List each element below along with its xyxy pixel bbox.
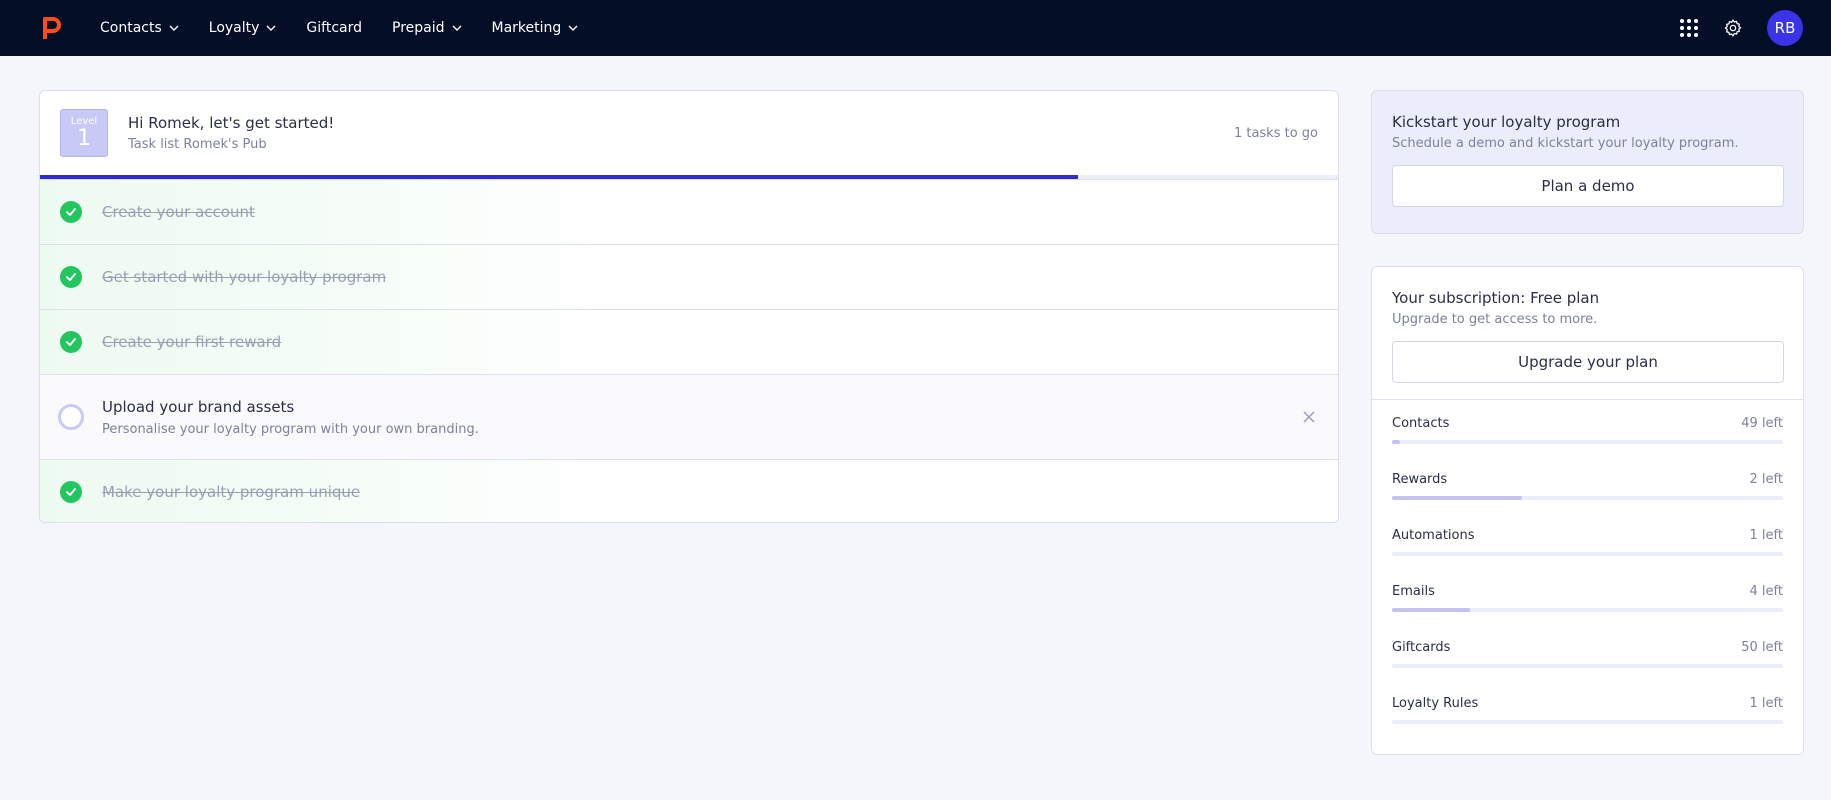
task-text: Upload your brand assets Personalise you… <box>102 398 479 437</box>
nav-loyalty[interactable]: Loyalty <box>209 20 277 36</box>
logo-icon[interactable] <box>40 13 64 43</box>
demo-card-title: Kickstart your loyalty program <box>1392 113 1621 131</box>
usage-name: Emails <box>1392 584 1435 599</box>
top-navbar: Contacts Loyalty Giftcard Prepaid Market… <box>0 0 1831 56</box>
usage-bar <box>1392 608 1783 612</box>
task-item[interactable]: Get started with your loyalty program <box>40 244 1338 309</box>
task-description: Personalise your loyalty program with yo… <box>102 421 479 437</box>
chevron-down-icon <box>568 25 578 31</box>
usage-remaining: 2 left <box>1749 472 1783 487</box>
usage-bar-fill <box>1392 440 1400 444</box>
usage-bar <box>1392 552 1783 556</box>
task-title: Create your first reward <box>102 333 282 351</box>
usage-remaining: 1 left <box>1749 696 1783 711</box>
task-item-open[interactable]: Upload your brand assets Personalise you… <box>40 374 1338 459</box>
usage-bar <box>1392 720 1783 724</box>
usage-bar <box>1392 496 1783 500</box>
usage-item-giftcards: Giftcards 50 left <box>1392 640 1783 696</box>
subscription-card: Your subscription: Free plan Upgrade to … <box>1371 266 1804 755</box>
greeting-title: Hi Romek, let's get started! <box>128 114 335 132</box>
usage-name: Contacts <box>1392 416 1450 431</box>
task-list-card: Level 1 Hi Romek, let's get started! Tas… <box>39 90 1339 523</box>
nav-prepaid[interactable]: Prepaid <box>392 20 462 36</box>
usage-item-rewards: Rewards 2 left <box>1392 472 1783 528</box>
nav-prepaid-label: Prepaid <box>392 20 445 36</box>
nav-marketing-label: Marketing <box>491 20 562 36</box>
close-icon[interactable] <box>1302 410 1316 424</box>
usage-name: Automations <box>1392 528 1475 543</box>
subscription-title: Your subscription: Free plan <box>1392 289 1600 307</box>
incomplete-circle-icon[interactable] <box>58 404 84 430</box>
task-item[interactable]: Make your loyalty program unique <box>40 459 1338 522</box>
subscription-subtitle: Upgrade to get access to more. <box>1392 312 1598 327</box>
checkmark-icon <box>60 331 82 353</box>
nav-giftcard-label: Giftcard <box>306 20 363 36</box>
usage-bar <box>1392 664 1783 668</box>
demo-card: Kickstart your loyalty program Schedule … <box>1371 90 1804 234</box>
level-badge: Level 1 <box>60 109 108 157</box>
upgrade-plan-button[interactable]: Upgrade your plan <box>1392 341 1784 383</box>
task-title: Upload your brand assets <box>102 397 295 416</box>
gear-icon[interactable] <box>1723 18 1743 38</box>
nav-loyalty-label: Loyalty <box>208 20 260 36</box>
nav-contacts-label: Contacts <box>100 20 162 36</box>
usage-bar <box>1392 440 1783 444</box>
usage-bar-fill <box>1392 608 1471 612</box>
usage-item-loyalty-rules: Loyalty Rules 1 left <box>1392 696 1783 752</box>
usage-list: Contacts 49 left Rewards 2 left Automati… <box>1372 400 1803 752</box>
demo-card-subtitle: Schedule a demo and kickstart your loyal… <box>1392 136 1739 151</box>
usage-name: Rewards <box>1392 472 1448 487</box>
task-title: Make your loyalty program unique <box>102 483 361 501</box>
avatar[interactable]: RB <box>1767 10 1803 46</box>
usage-remaining: 4 left <box>1749 584 1783 599</box>
tasks-remaining-count: 1 tasks to go <box>1233 125 1318 141</box>
usage-item-automations: Automations 1 left <box>1392 528 1783 584</box>
plan-demo-button[interactable]: Plan a demo <box>1392 165 1784 207</box>
checkmark-icon <box>60 266 82 288</box>
nav-contacts[interactable]: Contacts <box>100 20 179 36</box>
usage-item-emails: Emails 4 left <box>1392 584 1783 640</box>
subscription-header: Your subscription: Free plan Upgrade to … <box>1372 267 1803 400</box>
level-number: 1 <box>77 125 91 151</box>
apps-grid-icon[interactable] <box>1679 18 1699 38</box>
chevron-down-icon <box>169 25 179 31</box>
task-list-subtitle: Task list Romek's Pub <box>128 137 267 152</box>
usage-name: Giftcards <box>1392 640 1451 655</box>
chevron-down-icon <box>452 25 462 31</box>
level-label: Level <box>70 115 98 127</box>
main-content: Level 1 Hi Romek, let's get started! Tas… <box>0 56 1831 800</box>
usage-remaining: 49 left <box>1741 416 1783 431</box>
usage-remaining: 1 left <box>1749 528 1783 543</box>
usage-bar-fill <box>1392 496 1523 500</box>
task-title: Get started with your loyalty program <box>102 268 387 286</box>
nav-marketing[interactable]: Marketing <box>492 20 579 36</box>
task-item[interactable]: Create your first reward <box>40 309 1338 374</box>
checkmark-icon <box>60 201 82 223</box>
usage-item-contacts: Contacts 49 left <box>1392 416 1783 472</box>
main-nav: Contacts Loyalty Giftcard Prepaid Market… <box>100 20 608 36</box>
task-list-header: Level 1 Hi Romek, let's get started! Tas… <box>40 91 1338 175</box>
usage-name: Loyalty Rules <box>1392 696 1479 711</box>
top-right-controls: RB <box>1679 0 1803 56</box>
checkmark-icon <box>60 481 82 503</box>
chevron-down-icon <box>266 25 276 31</box>
usage-remaining: 50 left <box>1741 640 1783 655</box>
task-item[interactable]: Create your account <box>40 179 1338 244</box>
nav-giftcard[interactable]: Giftcard <box>306 20 362 36</box>
task-list-heading: Hi Romek, let's get started! Task list R… <box>128 114 334 152</box>
task-title: Create your account <box>102 203 255 221</box>
